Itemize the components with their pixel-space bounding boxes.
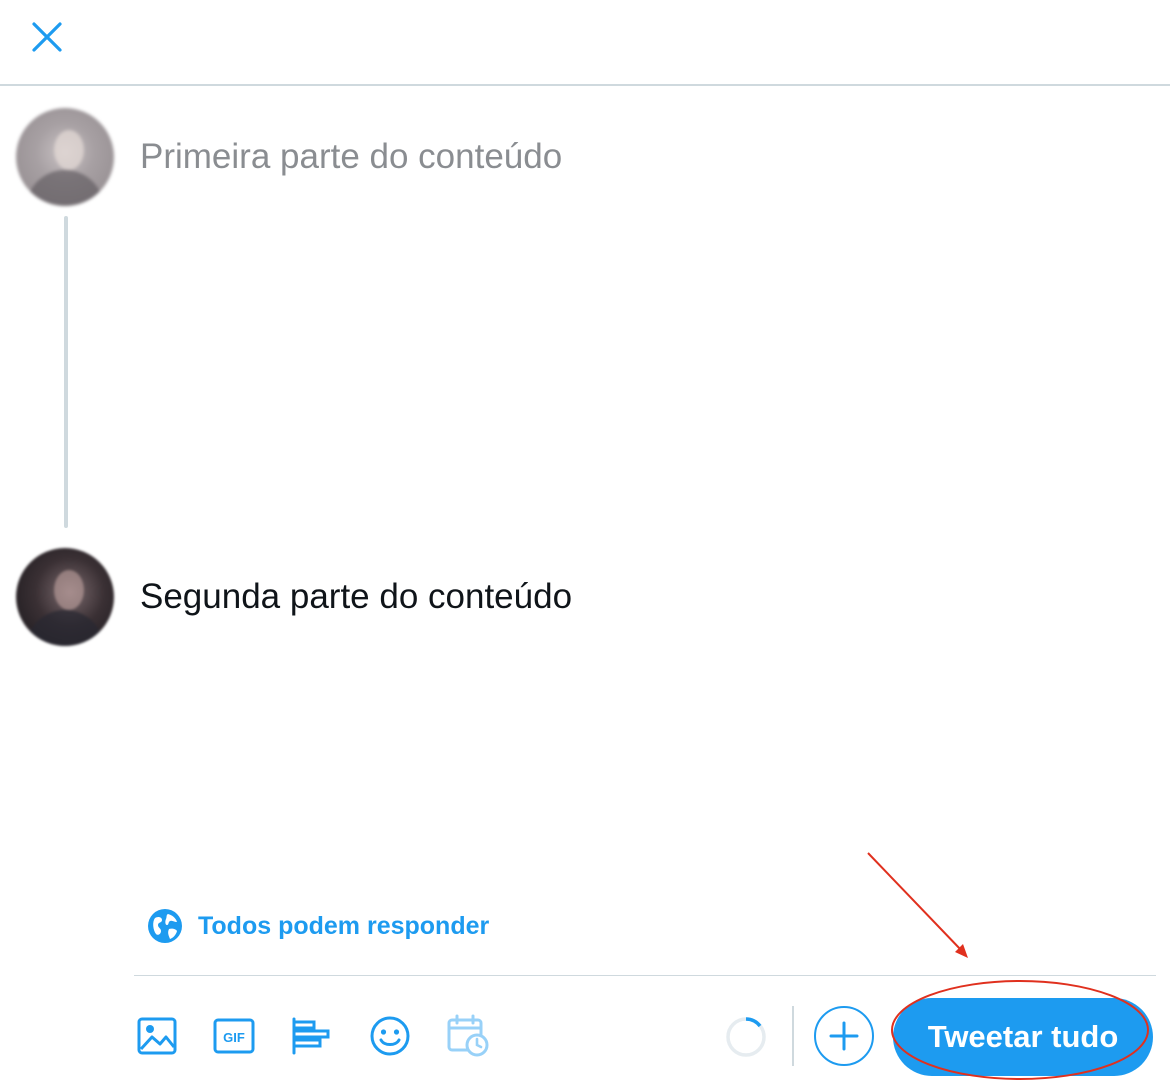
reply-setting-label: Todos podem responder — [198, 911, 490, 940]
tweet-all-button[interactable]: Tweetar tudo — [893, 998, 1153, 1076]
tweet-input-second[interactable]: Segunda parte do conteúdo — [140, 577, 572, 617]
avatar — [16, 108, 114, 206]
avatar — [16, 548, 114, 646]
thread-connector-line — [64, 216, 68, 528]
modal-header — [0, 0, 1170, 86]
poll-icon — [292, 1017, 330, 1055]
gif-icon: GIF — [213, 1018, 255, 1054]
gif-button[interactable]: GIF — [212, 1014, 256, 1058]
gif-label: GIF — [223, 1030, 245, 1045]
toolbar-separator — [792, 1006, 794, 1066]
schedule-icon — [447, 1014, 489, 1057]
media-button[interactable] — [135, 1014, 179, 1058]
plus-icon — [829, 1021, 859, 1051]
annotation-arrow — [867, 852, 963, 952]
globe-icon — [148, 909, 182, 943]
close-icon — [32, 22, 62, 52]
add-tweet-button[interactable] — [814, 1006, 874, 1066]
toolbar-divider — [134, 975, 1156, 976]
emoji-button[interactable] — [368, 1014, 412, 1058]
close-button[interactable] — [22, 14, 72, 60]
reply-setting-button[interactable]: Todos podem responder — [146, 906, 489, 946]
poll-button[interactable] — [290, 1014, 334, 1058]
tweet-input-first[interactable]: Primeira parte do conteúdo — [140, 137, 562, 177]
character-count-ring — [726, 1017, 766, 1057]
media-icon — [137, 1017, 177, 1055]
schedule-button[interactable] — [446, 1014, 490, 1058]
emoji-icon — [370, 1016, 410, 1056]
annotation-arrowhead — [955, 944, 968, 958]
